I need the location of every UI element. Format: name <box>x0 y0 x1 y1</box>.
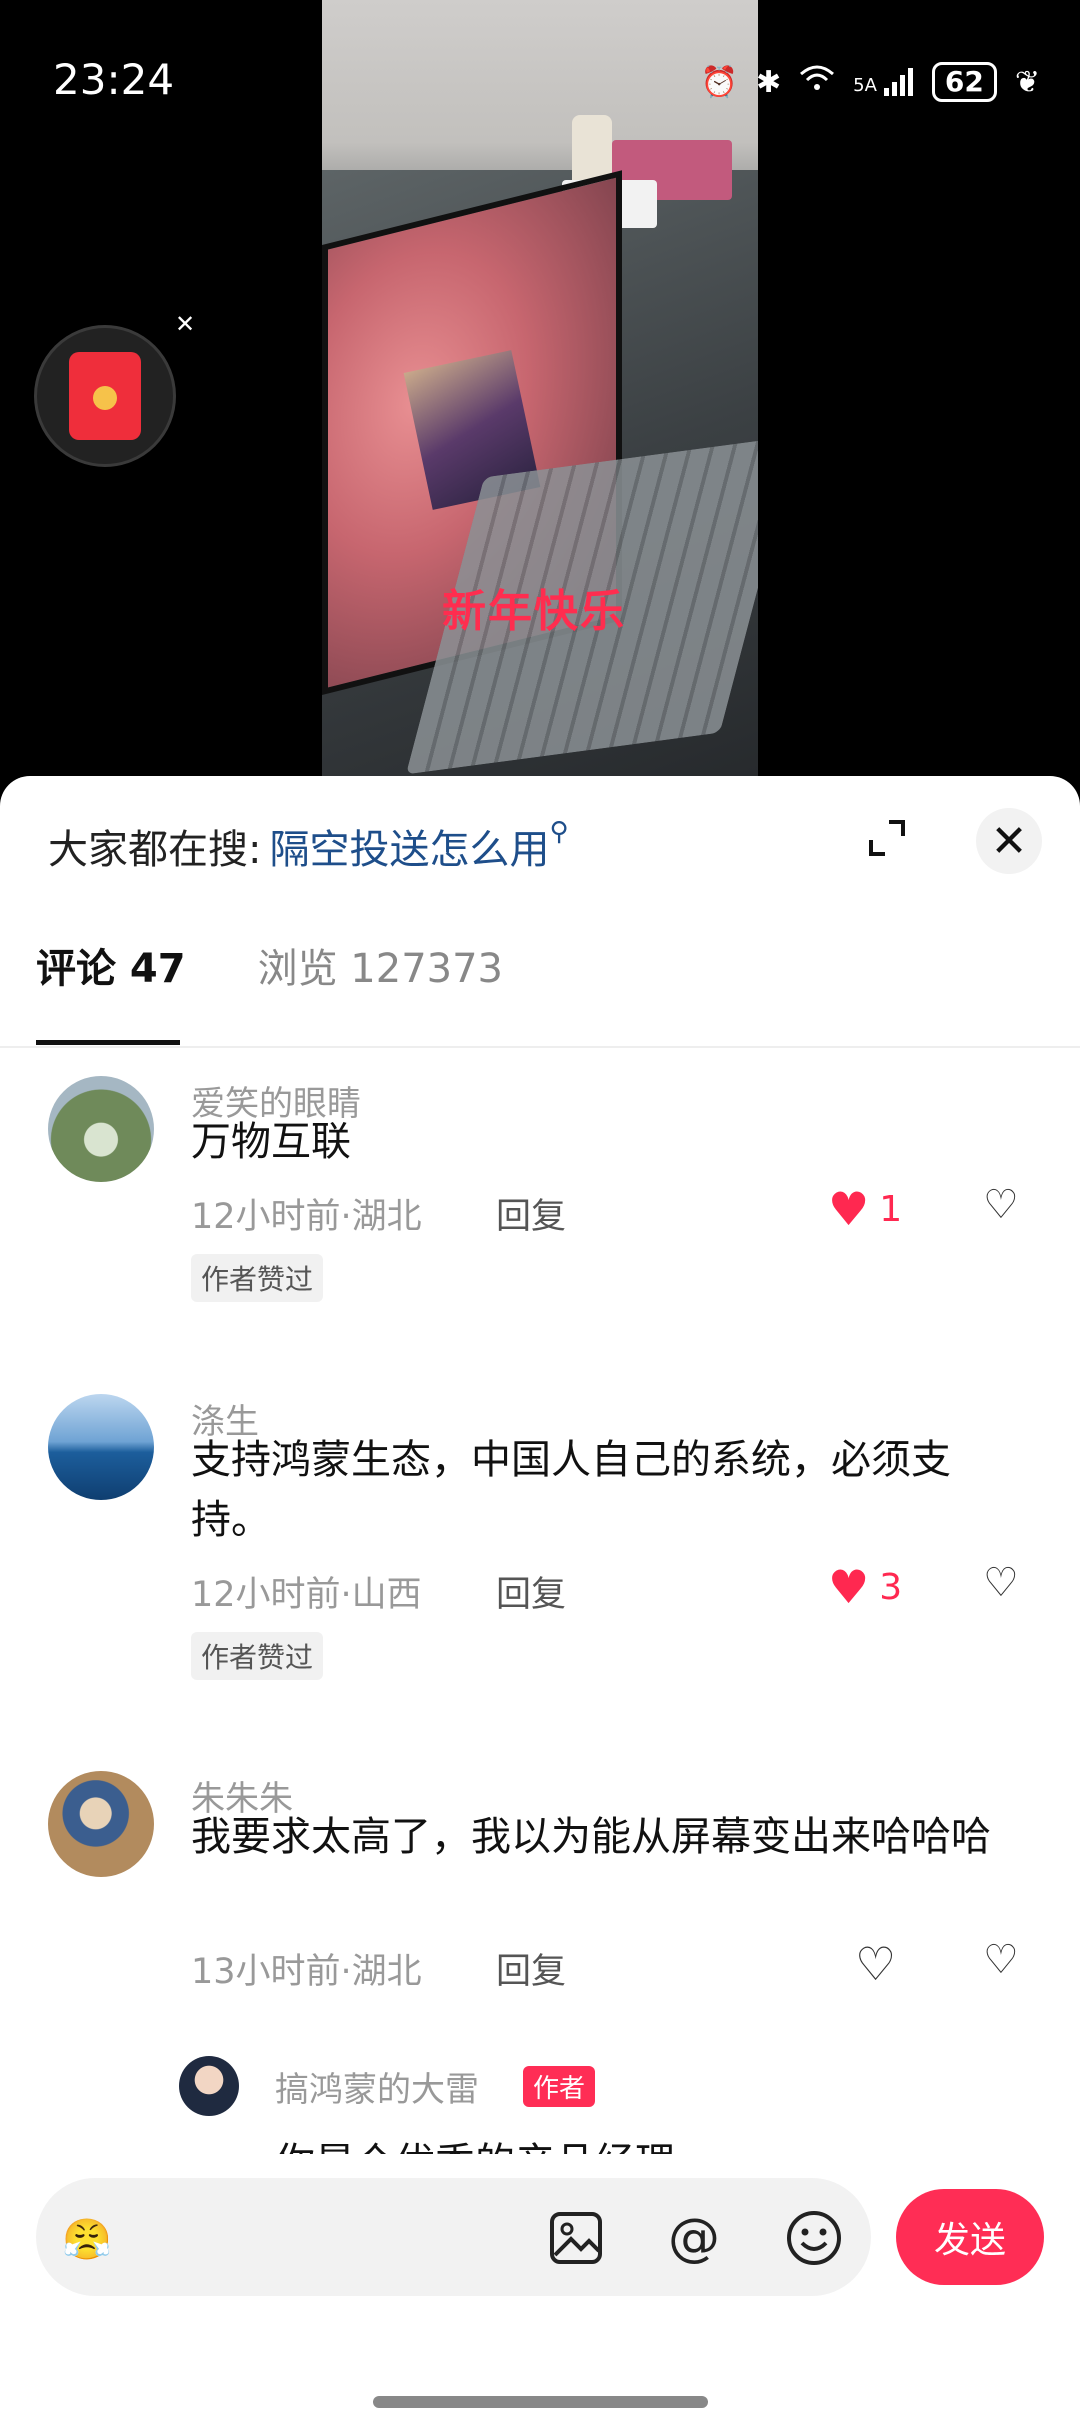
red-packet-close-icon[interactable]: ✕ <box>175 310 195 338</box>
close-sheet-button[interactable]: ✕ <box>976 808 1042 874</box>
red-envelope-icon <box>69 352 141 440</box>
author-badge: 作者 <box>523 2066 596 2107</box>
active-tab-indicator <box>36 1040 180 1045</box>
video-overlay-text: 新年快乐 <box>442 586 626 637</box>
comment-text: 我要求太高了，我以为能从屏幕变出来哈哈哈 <box>191 1814 991 1860</box>
status-time: 23:24 <box>53 55 175 104</box>
avatar[interactable] <box>48 1771 154 1877</box>
reply-button[interactable]: 回复 <box>496 1943 566 1994</box>
tab-views[interactable]: 浏览 127373 <box>258 936 503 994</box>
send-button[interactable]: 发送 <box>896 2189 1044 2285</box>
divider <box>0 1046 1080 1048</box>
wifi-icon <box>799 64 835 100</box>
search-prefix: 大家都在搜: <box>48 827 262 873</box>
search-term-link[interactable]: 隔空投送怎么用 <box>269 817 549 875</box>
search-icon: ⚲ <box>549 817 569 847</box>
expand-icon[interactable] <box>857 808 917 868</box>
status-bar: 23:24 ⏰ ✱ 5A 62 ❦ <box>0 0 1080 160</box>
like-count: 1 <box>879 1188 903 1230</box>
comment-input-bar: 😤 @ 发送 <box>0 2154 1080 2428</box>
status-icons: ⏰ ✱ 5A 62 ❦ <box>701 62 1040 102</box>
author-liked-tag: 作者赞过 <box>191 1632 324 1680</box>
comment-meta: 12小时前·湖北 <box>191 1197 422 1237</box>
dislike-icon[interactable]: ♡ <box>983 1182 1019 1228</box>
reply-button[interactable]: 回复 <box>496 1188 566 1239</box>
search-suggestion[interactable]: 大家都在搜: 隔空投送怎么用 ⚲ <box>48 816 569 876</box>
reply-button[interactable]: 回复 <box>496 1566 566 1617</box>
heart-filled-icon: ♥ <box>828 1560 870 1614</box>
red-packet-button[interactable] <box>34 325 176 467</box>
emoji-icon[interactable] <box>784 2208 844 2268</box>
tab-comments[interactable]: 评论 47 <box>36 936 186 994</box>
avatar[interactable] <box>48 1076 154 1182</box>
dislike-icon[interactable]: ♡ <box>983 1937 1019 1983</box>
comment-text: 支持鸿蒙生态，中国人自己的系统，必须支持。 <box>191 1437 951 1543</box>
alarm-icon: ⏰ <box>700 64 738 100</box>
comment-meta: 13小时前·湖北 <box>191 1952 422 1992</box>
close-icon: ✕ <box>990 815 1028 867</box>
avatar[interactable] <box>179 2056 239 2116</box>
image-icon[interactable] <box>546 2208 606 2268</box>
bluetooth-icon: ✱ <box>755 64 782 100</box>
signal-label: 5A <box>853 75 877 96</box>
sub-reply-author[interactable]: 搞鸿蒙的大雷 <box>275 2062 479 2111</box>
comment-input[interactable]: 😤 @ <box>36 2178 871 2296</box>
mention-icon[interactable]: @ <box>664 2208 724 2268</box>
leaf-icon: ❦ <box>1014 64 1040 100</box>
dislike-icon[interactable]: ♡ <box>983 1560 1019 1606</box>
comment-meta: 12小时前·山西 <box>191 1575 422 1615</box>
like-button[interactable]: ♥ 3 <box>828 1560 902 1614</box>
like-button[interactable]: ♡ <box>855 1937 896 1991</box>
home-indicator[interactable] <box>373 2396 708 2408</box>
avatar[interactable] <box>48 1394 154 1500</box>
sticker-emoji-icon[interactable]: 😤 <box>62 2216 112 2263</box>
heart-outline-icon: ♡ <box>855 1937 897 1991</box>
battery-indicator: 62 <box>931 62 997 102</box>
heart-filled-icon: ♥ <box>828 1182 870 1236</box>
author-liked-tag: 作者赞过 <box>191 1254 324 1302</box>
like-count: 3 <box>879 1566 903 1608</box>
like-button[interactable]: ♥ 1 <box>828 1182 902 1236</box>
comment-text: 万物互联 <box>191 1119 351 1165</box>
signal-icon: 5A <box>853 68 914 96</box>
comment-tabs: 评论 47 浏览 127373 <box>36 936 503 994</box>
